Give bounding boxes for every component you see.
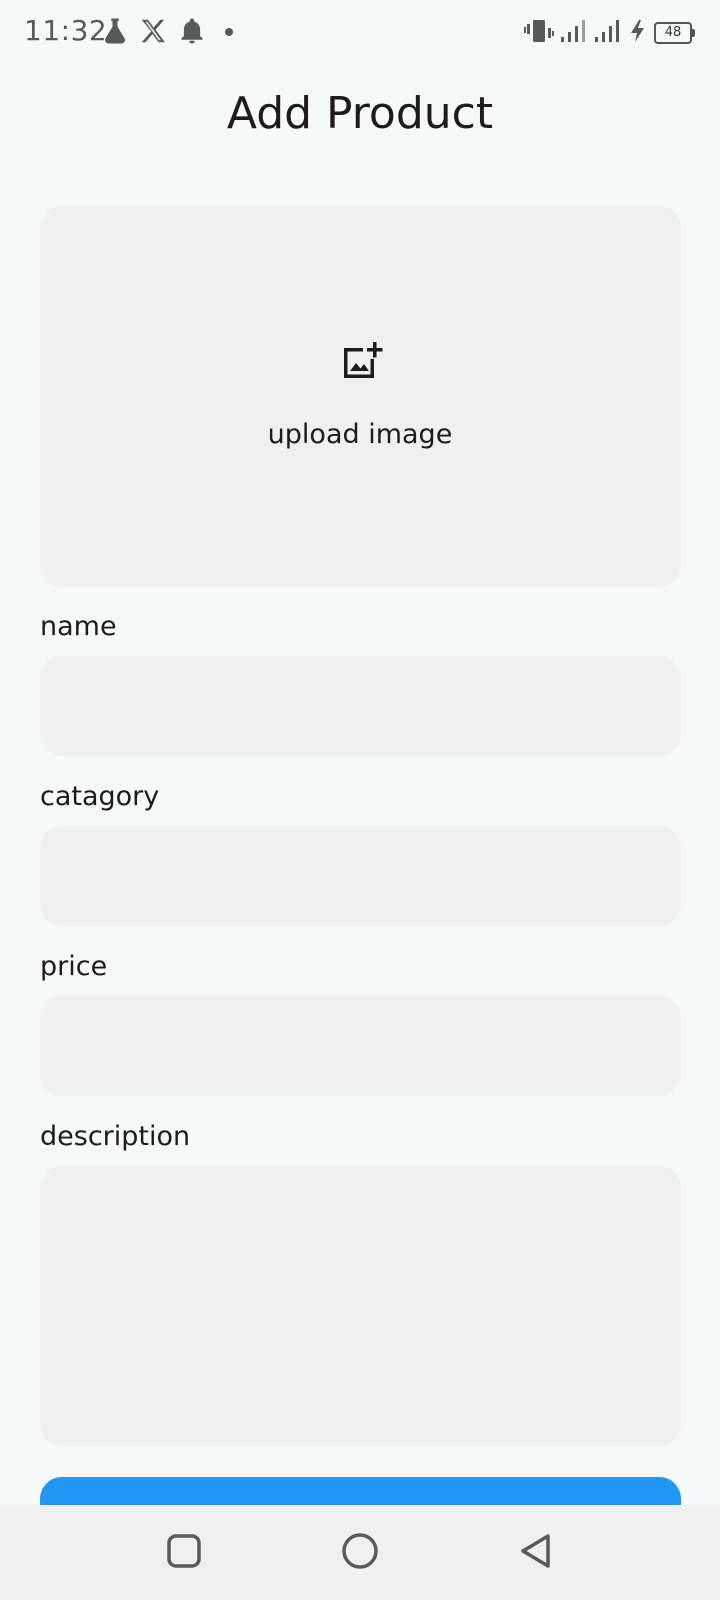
bell-icon <box>177 16 207 46</box>
recents-icon <box>166 1533 202 1573</box>
description-label: description <box>40 1121 191 1152</box>
home-icon <box>341 1532 379 1574</box>
charging-icon <box>628 18 648 48</box>
signal-icon <box>594 18 622 48</box>
dot-icon <box>222 24 236 38</box>
name-input[interactable] <box>40 656 681 756</box>
signal-icon <box>560 18 588 48</box>
back-icon <box>518 1532 554 1574</box>
vibrate-icon <box>524 17 554 49</box>
add-photo-icon <box>340 338 384 382</box>
battery-icon: 48 <box>654 22 695 44</box>
status-bar: 11:32 48 <box>0 0 720 64</box>
x-logo-icon <box>138 16 168 46</box>
status-icons-right: 48 <box>524 17 695 49</box>
name-label: name <box>40 611 117 642</box>
price-label: price <box>40 951 108 982</box>
upload-image-button[interactable] <box>40 206 681 587</box>
description-input[interactable] <box>40 1166 681 1446</box>
category-label: catagory <box>40 781 160 812</box>
page-title: Add Product <box>226 88 494 139</box>
category-input[interactable] <box>40 826 681 926</box>
add-product-screen: 11:32 48 Add Product upload image name c… <box>0 0 720 1600</box>
status-time: 11:32 <box>24 14 108 47</box>
price-input[interactable] <box>40 996 681 1096</box>
flask-icon <box>100 16 130 46</box>
upload-image-label: upload image <box>267 419 453 450</box>
navigation-bar <box>0 1505 720 1600</box>
home-button[interactable] <box>334 1527 386 1579</box>
recents-button[interactable] <box>158 1527 210 1579</box>
back-button[interactable] <box>510 1527 562 1579</box>
